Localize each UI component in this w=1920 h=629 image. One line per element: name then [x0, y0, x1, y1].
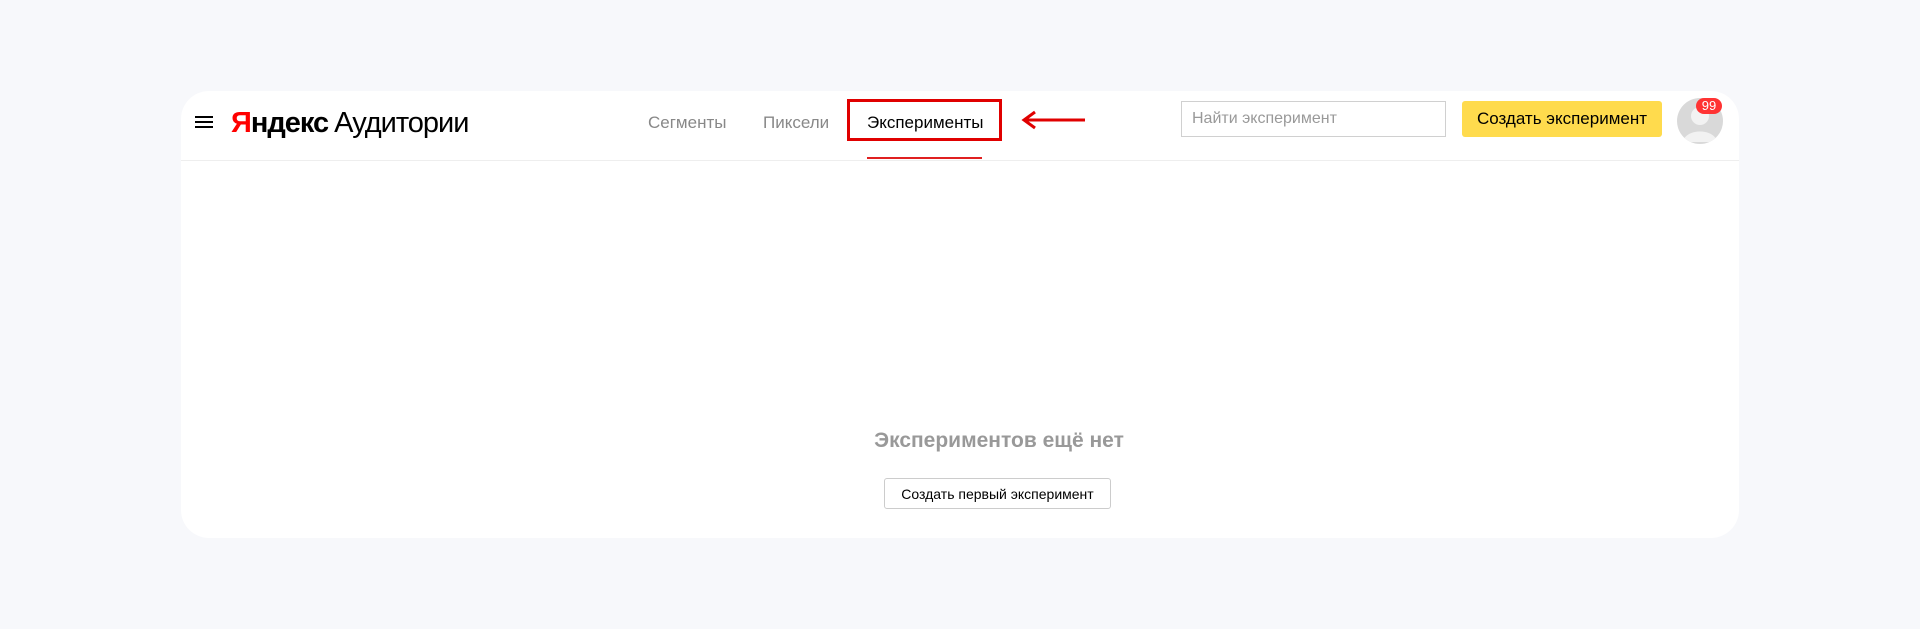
main-card: Яндекс Аудитории Сегменты Пиксели Экспери…: [181, 91, 1739, 538]
create-first-experiment-button[interactable]: Создать первый эксперимент: [884, 478, 1111, 509]
logo-brand-rest: ндекс: [250, 107, 329, 139]
annotation-highlight-box: [847, 99, 1002, 141]
app-logo[interactable]: Яндекс Аудитории: [231, 105, 469, 141]
logo-product-name: Аудитории: [334, 107, 469, 139]
notification-badge: 99: [1696, 98, 1722, 114]
active-tab-underline: [867, 157, 982, 159]
empty-state-title: Экспериментов ещё нет: [874, 429, 1124, 452]
app-header: Яндекс Аудитории Сегменты Пиксели Экспери…: [181, 91, 1739, 161]
annotation-arrow-icon: [1021, 110, 1085, 130]
menu-icon[interactable]: [195, 114, 213, 130]
tab-pixels[interactable]: Пиксели: [763, 113, 829, 133]
search-input[interactable]: [1181, 101, 1446, 137]
create-experiment-button[interactable]: Создать эксперимент: [1462, 101, 1662, 137]
logo-brand-first-letter: Я: [231, 107, 252, 139]
tab-segments[interactable]: Сегменты: [648, 113, 726, 133]
